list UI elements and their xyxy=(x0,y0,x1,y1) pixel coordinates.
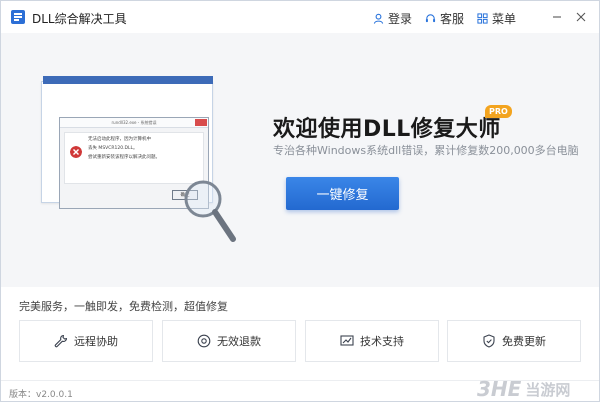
minimize-icon xyxy=(553,16,561,18)
watermark-logo: 3HE xyxy=(477,377,522,401)
illustration-window-bar xyxy=(43,76,213,84)
menu-button[interactable]: 菜单 xyxy=(477,10,516,27)
service-slogan: 完美服务，一触即发，免费检测，超值修复 xyxy=(19,300,228,313)
remote-assist-button[interactable]: 远程协助 xyxy=(19,320,153,362)
dialog-message-line: 尝试重新安装该程序以解决此问题。 xyxy=(88,155,160,160)
login-label: 登录 xyxy=(388,12,413,26)
login-button[interactable]: 登录 xyxy=(373,10,412,27)
watermark: 3HE 当游网 xyxy=(477,377,570,401)
pro-badge: PRO xyxy=(485,105,512,118)
grid-menu-icon xyxy=(477,13,488,24)
refund-icon xyxy=(197,334,211,348)
dialog-title: rundll32.exe - 系统错误 xyxy=(60,118,208,128)
hero-subtitle: 专治各种Windows系统dll错误，累计修复数200,000多台电脑 xyxy=(273,144,579,157)
error-icon xyxy=(70,146,82,158)
dialog-close-icon xyxy=(195,119,207,126)
app-window: DLL综合解决工具 登录 客服 菜单 rundll32.exe - 系统错误 无… xyxy=(0,0,600,402)
chart-monitor-icon xyxy=(340,335,354,346)
tech-support-button[interactable]: 技术支持 xyxy=(305,320,439,362)
version-label: 版本：v2.0.0.1 xyxy=(9,390,73,400)
app-logo-icon xyxy=(11,10,25,24)
close-icon xyxy=(576,12,586,22)
shield-icon xyxy=(483,334,495,348)
dialog-message-line: 丢失 MSVCR120.DLL。 xyxy=(88,146,138,151)
one-click-repair-button[interactable]: 一键修复 xyxy=(286,177,399,210)
hero-title: 欢迎使用DLL修复大师 xyxy=(273,117,501,142)
close-button[interactable] xyxy=(570,7,592,27)
feature-label: 免费更新 xyxy=(502,335,546,348)
menu-label: 菜单 xyxy=(492,12,517,26)
customer-service-button[interactable]: 客服 xyxy=(425,10,464,27)
user-icon xyxy=(373,13,384,24)
dialog-message-line: 无法启动此程序，因为计算机中 xyxy=(88,137,151,142)
magnifier-icon xyxy=(184,180,236,242)
headset-icon xyxy=(425,14,436,23)
minimize-button[interactable] xyxy=(546,7,568,27)
free-update-button[interactable]: 免费更新 xyxy=(447,320,581,362)
feature-label: 无效退款 xyxy=(217,335,261,348)
service-label: 客服 xyxy=(440,12,465,26)
feature-label: 技术支持 xyxy=(360,335,404,348)
refund-button[interactable]: 无效退款 xyxy=(162,320,296,362)
title-bar: DLL综合解决工具 登录 客服 菜单 xyxy=(1,1,599,33)
wrench-icon xyxy=(54,334,68,348)
watermark-text: 当游网 xyxy=(525,380,571,399)
window-title: DLL综合解决工具 xyxy=(32,12,127,26)
feature-label: 远程协助 xyxy=(74,335,118,348)
